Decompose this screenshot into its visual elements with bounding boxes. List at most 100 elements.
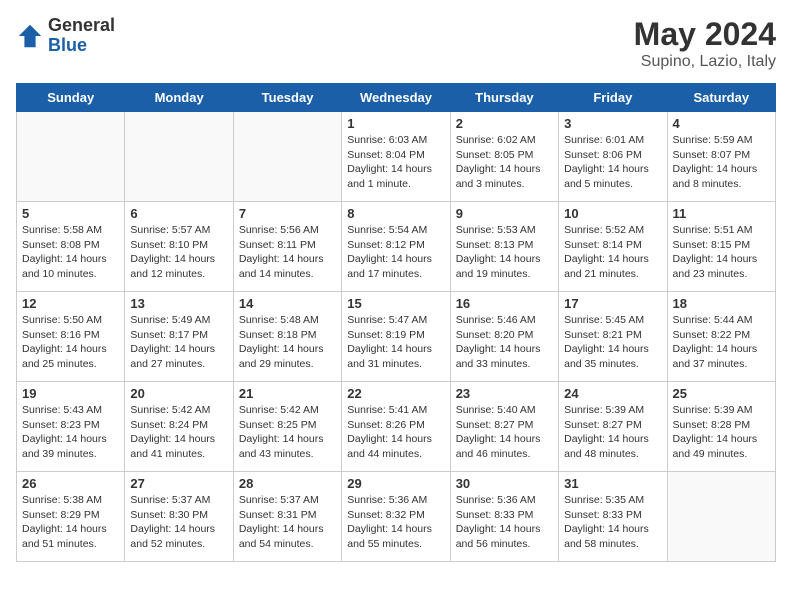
- day-of-week-header: Tuesday: [233, 84, 341, 112]
- day-of-week-header: Thursday: [450, 84, 558, 112]
- day-info: Sunrise: 5:59 AM Sunset: 8:07 PM Dayligh…: [673, 133, 770, 192]
- day-info: Sunrise: 5:45 AM Sunset: 8:21 PM Dayligh…: [564, 313, 661, 372]
- day-info: Sunrise: 5:35 AM Sunset: 8:33 PM Dayligh…: [564, 493, 661, 552]
- day-info: Sunrise: 6:03 AM Sunset: 8:04 PM Dayligh…: [347, 133, 444, 192]
- day-info: Sunrise: 5:42 AM Sunset: 8:24 PM Dayligh…: [130, 403, 227, 462]
- calendar-week-row: 12 Sunrise: 5:50 AM Sunset: 8:16 PM Dayli…: [17, 292, 776, 382]
- calendar-cell: 24 Sunrise: 5:39 AM Sunset: 8:27 PM Dayli…: [559, 382, 667, 472]
- day-number: 11: [673, 206, 770, 221]
- day-number: 30: [456, 476, 553, 491]
- day-of-week-header: Wednesday: [342, 84, 450, 112]
- day-info: Sunrise: 6:02 AM Sunset: 8:05 PM Dayligh…: [456, 133, 553, 192]
- day-number: 17: [564, 296, 661, 311]
- calendar-cell: 20 Sunrise: 5:42 AM Sunset: 8:24 PM Dayli…: [125, 382, 233, 472]
- day-number: 24: [564, 386, 661, 401]
- calendar-cell: 6 Sunrise: 5:57 AM Sunset: 8:10 PM Daylig…: [125, 202, 233, 292]
- calendar-cell: 22 Sunrise: 5:41 AM Sunset: 8:26 PM Dayli…: [342, 382, 450, 472]
- calendar-cell: 26Sunrise: 5:38 AM Sunset: 8:29 PM Dayli…: [17, 472, 125, 562]
- day-info: Sunrise: 5:36 AM Sunset: 8:33 PM Dayligh…: [456, 493, 553, 552]
- calendar-cell: 19 Sunrise: 5:43 AM Sunset: 8:23 PM Dayli…: [17, 382, 125, 472]
- day-number: 23: [456, 386, 553, 401]
- day-info: Sunrise: 5:37 AM Sunset: 8:30 PM Dayligh…: [130, 493, 227, 552]
- day-info: Sunrise: 5:50 AM Sunset: 8:16 PM Dayligh…: [22, 313, 119, 372]
- day-number: 8: [347, 206, 444, 221]
- day-number: 19: [22, 386, 119, 401]
- day-number: 13: [130, 296, 227, 311]
- calendar-cell: 2 Sunrise: 6:02 AM Sunset: 8:05 PM Daylig…: [450, 112, 558, 202]
- day-number: 16: [456, 296, 553, 311]
- day-number: 21: [239, 386, 336, 401]
- day-number: 6: [130, 206, 227, 221]
- calendar-cell: 9Sunrise: 5:53 AM Sunset: 8:13 PM Daylig…: [450, 202, 558, 292]
- logo-general: General: [48, 16, 115, 36]
- day-info: Sunrise: 5:41 AM Sunset: 8:26 PM Dayligh…: [347, 403, 444, 462]
- day-info: Sunrise: 5:57 AM Sunset: 8:10 PM Dayligh…: [130, 223, 227, 282]
- day-of-week-header: Sunday: [17, 84, 125, 112]
- day-number: 25: [673, 386, 770, 401]
- calendar-cell: 8 Sunrise: 5:54 AM Sunset: 8:12 PM Daylig…: [342, 202, 450, 292]
- logo-blue: Blue: [48, 36, 115, 56]
- calendar-cell: [667, 472, 775, 562]
- day-info: Sunrise: 5:48 AM Sunset: 8:18 PM Dayligh…: [239, 313, 336, 372]
- calendar-table: SundayMondayTuesdayWednesdayThursdayFrid…: [16, 83, 776, 562]
- day-info: Sunrise: 5:44 AM Sunset: 8:22 PM Dayligh…: [673, 313, 770, 372]
- calendar-cell: [125, 112, 233, 202]
- calendar-cell: 27Sunrise: 5:37 AM Sunset: 8:30 PM Dayli…: [125, 472, 233, 562]
- day-of-week-header: Saturday: [667, 84, 775, 112]
- calendar-cell: 30 Sunrise: 5:36 AM Sunset: 8:33 PM Dayli…: [450, 472, 558, 562]
- calendar-cell: [17, 112, 125, 202]
- calendar-cell: 31 Sunrise: 5:35 AM Sunset: 8:33 PM Dayli…: [559, 472, 667, 562]
- day-number: 4: [673, 116, 770, 131]
- day-info: Sunrise: 5:37 AM Sunset: 8:31 PM Dayligh…: [239, 493, 336, 552]
- calendar-header-row: SundayMondayTuesdayWednesdayThursdayFrid…: [17, 84, 776, 112]
- day-number: 12: [22, 296, 119, 311]
- day-info: Sunrise: 5:46 AM Sunset: 8:20 PM Dayligh…: [456, 313, 553, 372]
- calendar-cell: 17 Sunrise: 5:45 AM Sunset: 8:21 PM Dayli…: [559, 292, 667, 382]
- month-year-title: May 2024: [634, 16, 776, 53]
- day-number: 31: [564, 476, 661, 491]
- day-info: Sunrise: 5:36 AM Sunset: 8:32 PM Dayligh…: [347, 493, 444, 552]
- day-number: 15: [347, 296, 444, 311]
- calendar-cell: 5 Sunrise: 5:58 AM Sunset: 8:08 PM Daylig…: [17, 202, 125, 292]
- calendar-week-row: 5 Sunrise: 5:58 AM Sunset: 8:08 PM Daylig…: [17, 202, 776, 292]
- day-info: Sunrise: 5:58 AM Sunset: 8:08 PM Dayligh…: [22, 223, 119, 282]
- day-info: Sunrise: 5:39 AM Sunset: 8:27 PM Dayligh…: [564, 403, 661, 462]
- calendar-week-row: 1 Sunrise: 6:03 AM Sunset: 8:04 PM Daylig…: [17, 112, 776, 202]
- calendar-cell: 12 Sunrise: 5:50 AM Sunset: 8:16 PM Dayli…: [17, 292, 125, 382]
- day-number: 22: [347, 386, 444, 401]
- logo-icon: [16, 22, 44, 50]
- calendar-cell: 14Sunrise: 5:48 AM Sunset: 8:18 PM Dayli…: [233, 292, 341, 382]
- day-info: Sunrise: 5:47 AM Sunset: 8:19 PM Dayligh…: [347, 313, 444, 372]
- day-number: 7: [239, 206, 336, 221]
- day-number: 20: [130, 386, 227, 401]
- logo-text: General Blue: [48, 16, 115, 56]
- calendar-cell: 15 Sunrise: 5:47 AM Sunset: 8:19 PM Dayli…: [342, 292, 450, 382]
- day-info: Sunrise: 5:54 AM Sunset: 8:12 PM Dayligh…: [347, 223, 444, 282]
- day-number: 5: [22, 206, 119, 221]
- calendar-week-row: 19 Sunrise: 5:43 AM Sunset: 8:23 PM Dayli…: [17, 382, 776, 472]
- calendar-cell: 21Sunrise: 5:42 AM Sunset: 8:25 PM Dayli…: [233, 382, 341, 472]
- day-number: 2: [456, 116, 553, 131]
- calendar-cell: 11 Sunrise: 5:51 AM Sunset: 8:15 PM Dayli…: [667, 202, 775, 292]
- day-of-week-header: Friday: [559, 84, 667, 112]
- calendar-cell: 25Sunrise: 5:39 AM Sunset: 8:28 PM Dayli…: [667, 382, 775, 472]
- logo: General Blue: [16, 16, 115, 56]
- calendar-cell: [233, 112, 341, 202]
- day-info: Sunrise: 6:01 AM Sunset: 8:06 PM Dayligh…: [564, 133, 661, 192]
- day-number: 29: [347, 476, 444, 491]
- day-info: Sunrise: 5:53 AM Sunset: 8:13 PM Dayligh…: [456, 223, 553, 282]
- day-info: Sunrise: 5:43 AM Sunset: 8:23 PM Dayligh…: [22, 403, 119, 462]
- calendar-cell: 29 Sunrise: 5:36 AM Sunset: 8:32 PM Dayli…: [342, 472, 450, 562]
- calendar-cell: 1 Sunrise: 6:03 AM Sunset: 8:04 PM Daylig…: [342, 112, 450, 202]
- page-header: General Blue May 2024 Supino, Lazio, Ita…: [16, 16, 776, 71]
- day-number: 28: [239, 476, 336, 491]
- location-subtitle: Supino, Lazio, Italy: [634, 53, 776, 71]
- title-section: May 2024 Supino, Lazio, Italy: [634, 16, 776, 71]
- day-info: Sunrise: 5:38 AM Sunset: 8:29 PM Dayligh…: [22, 493, 119, 552]
- calendar-cell: 28 Sunrise: 5:37 AM Sunset: 8:31 PM Dayli…: [233, 472, 341, 562]
- calendar-cell: 4 Sunrise: 5:59 AM Sunset: 8:07 PM Daylig…: [667, 112, 775, 202]
- calendar-cell: 7Sunrise: 5:56 AM Sunset: 8:11 PM Daylig…: [233, 202, 341, 292]
- calendar-cell: 13Sunrise: 5:49 AM Sunset: 8:17 PM Dayli…: [125, 292, 233, 382]
- day-info: Sunrise: 5:51 AM Sunset: 8:15 PM Dayligh…: [673, 223, 770, 282]
- day-number: 1: [347, 116, 444, 131]
